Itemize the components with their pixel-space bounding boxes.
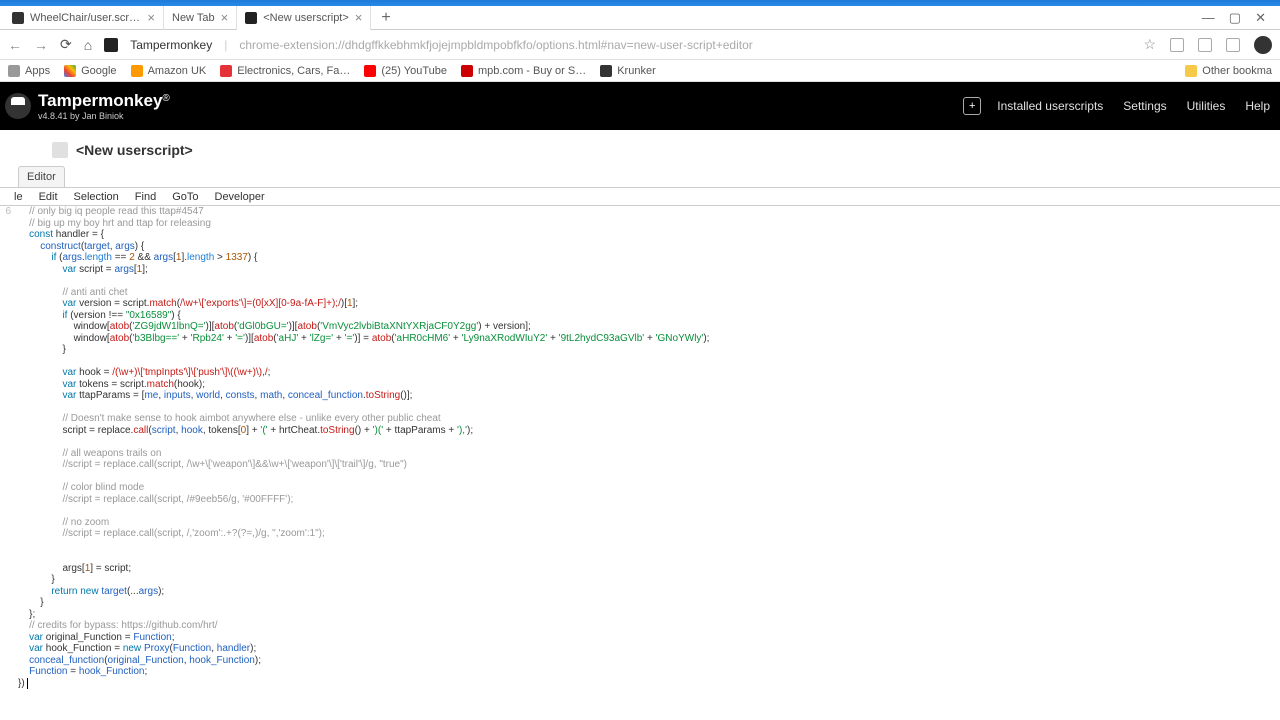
bookmark-star-icon[interactable]: ☆ — [1143, 36, 1156, 53]
menu-edit[interactable]: Edit — [39, 191, 58, 203]
ebay-icon — [220, 65, 232, 77]
bookmark-label: Amazon UK — [148, 65, 207, 77]
bookmark-bar: Apps Google Amazon UK Electronics, Cars,… — [0, 60, 1280, 82]
page-tab-label: <New userscript> — [76, 142, 193, 158]
favicon-github-icon — [12, 12, 24, 24]
page-tab-strip: <New userscript> — [0, 130, 1280, 166]
code-content[interactable]: // only big iq people read this ttap#454… — [14, 206, 1280, 720]
bookmark-item[interactable]: Electronics, Cars, Fa… — [220, 65, 350, 77]
bookmark-label: Apps — [25, 65, 50, 77]
tab-title: New Tab — [172, 12, 215, 24]
bookmark-item[interactable]: Google — [64, 65, 116, 77]
minimize-button[interactable]: — — [1202, 10, 1215, 26]
bookmark-item[interactable]: Krunker — [600, 65, 656, 77]
maximize-button[interactable]: ▢ — [1229, 10, 1241, 26]
profile-avatar[interactable] — [1254, 36, 1272, 54]
menu-developer[interactable]: Developer — [215, 191, 265, 203]
krunker-icon — [600, 65, 612, 77]
app-version: v4.8.41 by Jan Biniok — [38, 111, 170, 121]
close-window-button[interactable]: ✕ — [1255, 10, 1266, 26]
folder-icon — [1185, 65, 1197, 77]
bookmark-label: mpb.com - Buy or S… — [478, 65, 586, 77]
menu-selection[interactable]: Selection — [74, 191, 119, 203]
favicon-tampermonkey-icon — [245, 12, 257, 24]
bookmark-label: Electronics, Cars, Fa… — [237, 65, 350, 77]
new-tab-button[interactable]: + — [371, 9, 400, 27]
nav-utilities[interactable]: Utilities — [1177, 92, 1236, 120]
browser-tab-active[interactable]: <New userscript> × — [237, 6, 371, 30]
menu-goto[interactable]: GoTo — [172, 191, 198, 203]
bookmark-label: (25) YouTube — [381, 65, 447, 77]
forward-button[interactable]: → — [34, 37, 48, 53]
browser-tab-strip: WheelChair/user.script.js at mas × New T… — [0, 6, 1280, 30]
toolbar-icon[interactable] — [1198, 38, 1212, 52]
bookmark-item[interactable]: Amazon UK — [131, 65, 207, 77]
close-tab-icon[interactable]: × — [355, 10, 363, 25]
reload-button[interactable]: ⟳ — [60, 36, 72, 53]
close-tab-icon[interactable]: × — [147, 10, 155, 25]
nav-help[interactable]: Help — [1235, 92, 1280, 120]
youtube-icon — [364, 65, 376, 77]
apps-icon — [8, 65, 20, 77]
page-tab-active[interactable]: <New userscript> — [52, 134, 193, 166]
sub-tab-strip: Editor — [0, 166, 1280, 188]
amazon-icon — [131, 65, 143, 77]
close-tab-icon[interactable]: × — [221, 10, 229, 25]
url-text[interactable]: chrome-extension://dhdgffkkebhmkfjojejmp… — [239, 38, 1131, 52]
menu-find[interactable]: Find — [135, 191, 156, 203]
header-nav: + Installed userscripts Settings Utiliti… — [963, 82, 1280, 130]
bookmark-label: Google — [81, 65, 116, 77]
line-number-gutter: 6 — [0, 206, 14, 720]
tampermonkey-logo — [4, 92, 32, 120]
app-title: Tampermonkey — [38, 91, 162, 110]
menu-file[interactable]: le — [14, 191, 23, 203]
editor-menu-bar: le Edit Selection Find GoTo Developer — [0, 188, 1280, 206]
address-bar: ← → ⟳ ⌂ Tampermonkey | chrome-extension:… — [0, 30, 1280, 60]
other-bookmarks[interactable]: Other bookma — [1185, 65, 1272, 77]
browser-tab[interactable]: WheelChair/user.script.js at mas × — [4, 6, 164, 30]
code-editor[interactable]: 6 // only big iq people read this ttap#4… — [0, 206, 1280, 720]
mpb-icon — [461, 65, 473, 77]
divider: | — [224, 38, 227, 52]
bookmark-item[interactable]: (25) YouTube — [364, 65, 447, 77]
toolbar-icon[interactable] — [1226, 38, 1240, 52]
registered-mark: ® — [162, 93, 169, 104]
add-script-button[interactable]: + — [963, 97, 981, 115]
bookmark-label: Krunker — [617, 65, 656, 77]
extension-name: Tampermonkey — [130, 38, 212, 52]
bookmark-label: Other bookma — [1202, 65, 1272, 77]
browser-tab[interactable]: New Tab × — [164, 6, 237, 30]
tab-title: <New userscript> — [263, 12, 349, 24]
app-header: Tampermonkey® v4.8.41 by Jan Biniok + In… — [0, 82, 1280, 130]
extension-icon — [104, 38, 118, 52]
window-controls: — ▢ ✕ — [1202, 10, 1280, 26]
home-button[interactable]: ⌂ — [84, 37, 92, 53]
sub-tab-editor[interactable]: Editor — [18, 166, 65, 187]
toolbar-icon[interactable] — [1170, 38, 1184, 52]
apps-button[interactable]: Apps — [8, 65, 50, 77]
tab-title: WheelChair/user.script.js at mas — [30, 12, 141, 24]
back-button[interactable]: ← — [8, 37, 22, 53]
document-icon — [52, 142, 68, 158]
nav-settings[interactable]: Settings — [1113, 92, 1176, 120]
nav-installed[interactable]: Installed userscripts — [987, 92, 1113, 120]
google-icon — [64, 65, 76, 77]
bookmark-item[interactable]: mpb.com - Buy or S… — [461, 65, 586, 77]
